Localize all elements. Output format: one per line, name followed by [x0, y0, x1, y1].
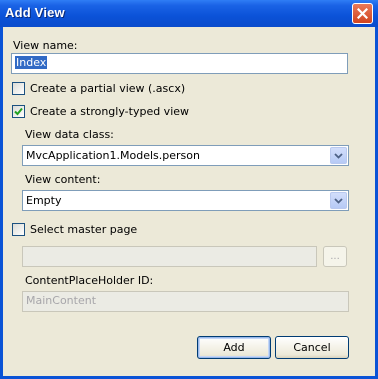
checkmark-icon [14, 107, 23, 116]
title-bar[interactable]: Add View [0, 0, 378, 27]
view-data-class-select[interactable]: MvcApplication1.Models.person [22, 145, 349, 166]
view-content-label: View content: [25, 173, 101, 186]
view-name-label: View name: [13, 39, 78, 52]
strongly-typed-label: Create a strongly-typed view [30, 105, 190, 118]
view-content-select[interactable]: Empty [22, 190, 349, 211]
cancel-button[interactable]: Cancel [275, 336, 349, 359]
view-content-value: Empty [26, 194, 62, 207]
partial-view-checkbox[interactable] [12, 82, 25, 95]
view-name-value: Index [15, 56, 48, 69]
add-view-dialog: Add View View name: Index Create a parti… [0, 0, 378, 379]
close-icon [357, 8, 368, 19]
close-button[interactable] [352, 3, 373, 24]
browse-master-page-button: ... [323, 246, 347, 267]
chevron-down-icon [334, 197, 343, 204]
view-name-input[interactable]: Index [11, 53, 348, 74]
master-page-label: Select master page [30, 223, 138, 236]
add-button[interactable]: Add [197, 336, 271, 359]
dialog-body: View name: Index Create a partial view (… [3, 27, 375, 376]
master-page-path-input [22, 246, 317, 267]
strongly-typed-checkbox[interactable] [12, 105, 25, 118]
partial-view-label: Create a partial view (.ascx) [30, 82, 186, 95]
content-placeholder-input: MainContent [22, 291, 349, 312]
view-data-class-label: View data class: [25, 128, 114, 141]
view-data-class-value: MvcApplication1.Models.person [26, 149, 200, 162]
content-placeholder-label: ContentPlaceHolder ID: [25, 274, 154, 287]
view-data-class-dropdown-button[interactable] [330, 147, 347, 164]
window-title: Add View [5, 5, 65, 20]
view-content-dropdown-button[interactable] [330, 192, 347, 209]
chevron-down-icon [334, 152, 343, 159]
master-page-checkbox[interactable] [12, 223, 25, 236]
